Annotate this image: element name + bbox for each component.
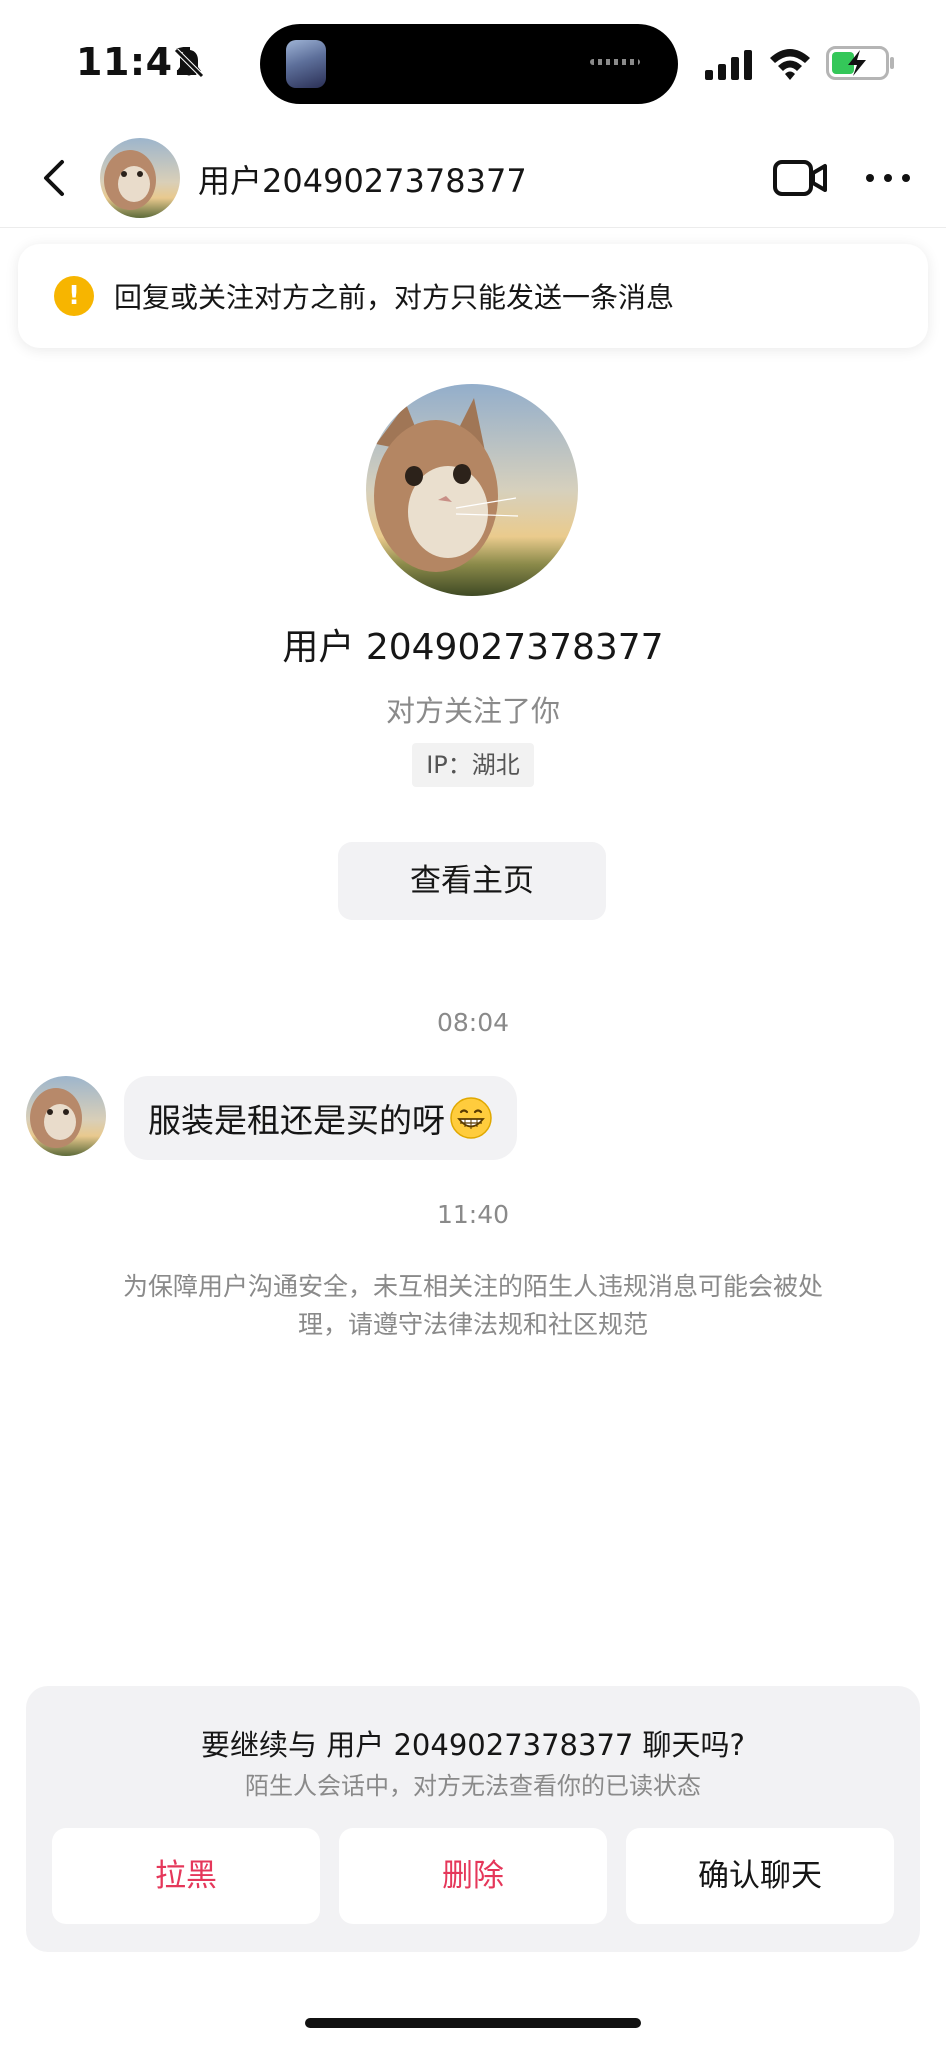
home-indicator[interactable] — [305, 2018, 641, 2028]
message-timestamp: 08:04 — [436, 1008, 510, 1037]
bell-slash-icon — [174, 48, 204, 78]
message-bubble[interactable]: 服装是租还是买的呀 — [124, 1076, 517, 1160]
cat-avatar-image — [366, 384, 578, 596]
message-text: 服装是租还是买的呀 — [148, 1101, 445, 1140]
ip-location-tag: IP：湖北 — [412, 743, 534, 787]
confirm-title: 要继续与 用户 2049027378377 聊天吗? — [201, 1728, 745, 1762]
battery-charging-icon — [826, 46, 894, 80]
back-button[interactable] — [28, 150, 84, 206]
more-options-button[interactable] — [862, 154, 914, 202]
profile-avatar[interactable] — [366, 384, 578, 596]
header-avatar[interactable] — [100, 138, 180, 218]
profile-name: 用户 2049027378377 — [282, 627, 664, 668]
cat-avatar-image — [100, 138, 180, 218]
cat-avatar-image — [26, 1076, 106, 1156]
warning-icon: ! — [54, 276, 94, 316]
stranger-chat-card: 要继续与 用户 2049027378377 聊天吗? 陌生人会话中，对方无法查看… — [26, 1686, 920, 1952]
status-bar: 11:41 — [0, 0, 946, 128]
wifi-icon — [770, 49, 810, 80]
live-activity-app-icon[interactable] — [286, 40, 326, 88]
dynamic-island — [260, 24, 678, 104]
grinning-face-icon — [450, 1097, 492, 1139]
delete-button[interactable]: 删除 — [339, 1828, 607, 1924]
block-button[interactable]: 拉黑 — [52, 1828, 320, 1924]
video-call-button[interactable] — [772, 156, 828, 200]
header-title[interactable]: 用户2049027378377 — [198, 156, 527, 202]
waveform-icon — [590, 59, 640, 65]
chat-header: 用户2049027378377 — [0, 128, 946, 228]
message-limit-notice: ! 回复或关注对方之前，对方只能发送一条消息 — [18, 244, 928, 348]
follow-status: 对方关注了你 — [385, 694, 560, 728]
signal-icon — [705, 50, 752, 80]
notice-text: 回复或关注对方之前，对方只能发送一条消息 — [114, 281, 675, 314]
message-timestamp: 11:40 — [436, 1200, 510, 1229]
confirm-chat-button[interactable]: 确认聊天 — [626, 1828, 894, 1924]
safety-notice: 为保障用户沟通安全，未互相关注的陌生人违规消息可能会被处理，请遵守法律法规和社区… — [122, 1272, 823, 1339]
view-profile-button[interactable]: 查看主页 — [338, 842, 606, 920]
confirm-subtitle: 陌生人会话中，对方无法查看你的已读状态 — [245, 1772, 701, 1800]
chat-screen: 11:41 用户2049027378377 ! 回复或关注对方之前，对方只能发送… — [0, 0, 946, 2048]
sender-avatar[interactable] — [26, 1076, 106, 1156]
